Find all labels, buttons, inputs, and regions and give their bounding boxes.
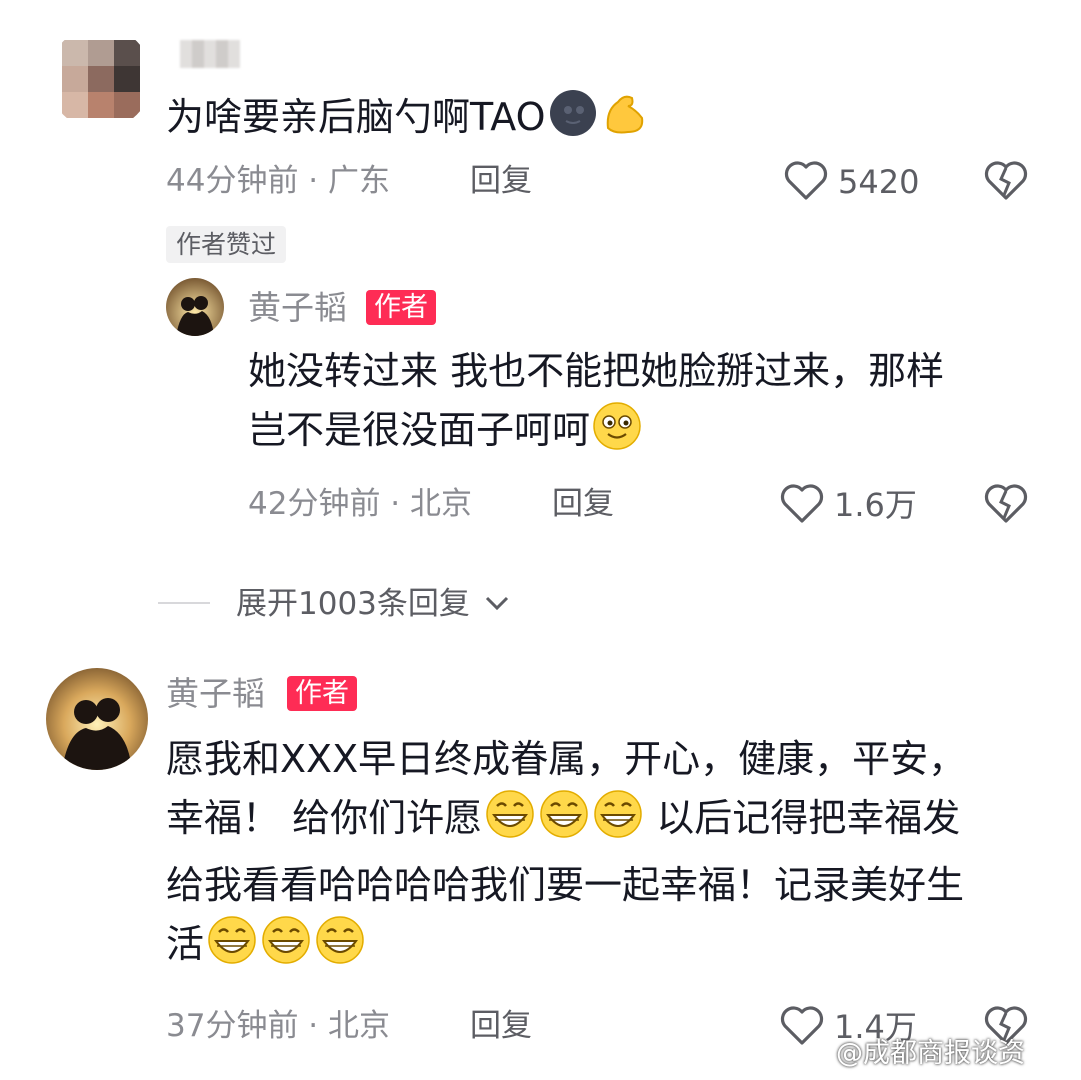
avatar[interactable]	[166, 278, 224, 336]
grinning-face-emoji	[314, 915, 366, 982]
reply-button[interactable]: 回复	[470, 1011, 532, 1042]
watermark-text: @成都商报谈资	[836, 1038, 1025, 1069]
author-username[interactable]: 黄子韬	[166, 677, 265, 710]
broken-heart-icon[interactable]	[984, 161, 1028, 201]
author-tag: 作者	[287, 676, 357, 711]
comment-text: 为啥要亲后脑勺啊TAO	[166, 88, 650, 155]
grinning-face-emoji	[592, 789, 644, 856]
new-moon-face-emoji	[548, 88, 598, 155]
smiling-face-emoji	[592, 401, 642, 468]
reply-button[interactable]: 回复	[470, 166, 532, 197]
comment-time-location: 44分钟前 · 广东	[166, 163, 391, 199]
expand-replies-label: 展开1003条回复	[236, 586, 470, 622]
divider-line	[158, 602, 210, 604]
expand-replies-button[interactable]: 展开1003条回复	[236, 587, 510, 620]
chevron-down-icon	[484, 587, 510, 618]
avatar[interactable]	[46, 668, 148, 770]
grinning-face-emoji	[484, 789, 536, 856]
reply-time-location: 42分钟前 · 北京	[248, 486, 473, 522]
username-blurred[interactable]	[180, 40, 240, 68]
grinning-face-emoji	[206, 915, 258, 982]
broken-heart-icon[interactable]	[984, 484, 1028, 524]
comment-text: 愿我和XXX早日终成眷属，开心，健康，平安， 幸福！ 给你们许愿 以后记得把幸福…	[166, 730, 966, 982]
author-username[interactable]: 黄子韬	[248, 291, 347, 324]
reply-text: 她没转过来 我也不能把她脸掰过来，那样 岂不是很没面子呵呵	[248, 342, 944, 468]
heart-outline-icon[interactable]	[780, 1006, 824, 1046]
reply-button[interactable]: 回复	[552, 489, 614, 520]
author-tag: 作者	[366, 290, 436, 325]
grinning-face-emoji	[260, 915, 312, 982]
reply-text-line: 她没转过来 我也不能把她脸掰过来，那样	[248, 349, 945, 393]
like-count: 5420	[838, 163, 920, 201]
grinning-face-emoji	[538, 789, 590, 856]
like-count: 1.6万	[834, 486, 917, 524]
author-liked-badge: 作者赞过	[166, 226, 287, 263]
comment-text-line: 给我看看哈哈哈哈我们要一起幸福！记录美好生	[166, 862, 965, 907]
avatar-blurred[interactable]	[48, 26, 152, 130]
comment-text-line: 幸福！ 给你们许愿 以后记得把幸福发	[166, 789, 966, 856]
comment-text-line: 活	[166, 915, 966, 982]
reply-text-line: 岂不是很没面子呵呵	[248, 401, 944, 468]
comment-time-location: 37分钟前 · 北京	[166, 1008, 391, 1044]
comment-text-line: 愿我和XXX早日终成眷属，开心，健康，平安，	[166, 737, 967, 781]
heart-outline-icon[interactable]	[784, 161, 828, 201]
heart-outline-icon[interactable]	[780, 484, 824, 524]
watermark: @成都商报谈资	[836, 1040, 1025, 1067]
flexed-biceps-emoji	[600, 88, 650, 155]
